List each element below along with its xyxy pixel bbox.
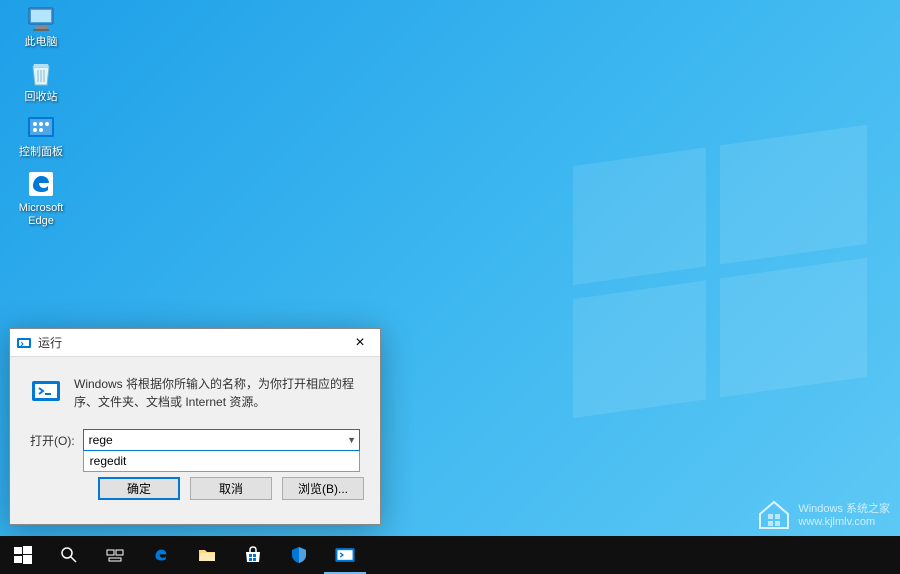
- taskbar-security[interactable]: [276, 536, 322, 574]
- bin-icon: [25, 57, 57, 89]
- watermark-text-1: Windows 系统之家: [798, 500, 890, 516]
- desktop-icon-label: 回收站: [25, 91, 58, 104]
- desktop-icon-this-pc[interactable]: 此电脑: [12, 0, 70, 51]
- task-view-button[interactable]: [92, 536, 138, 574]
- search-icon: [60, 546, 78, 564]
- chevron-down-icon[interactable]: ▼: [347, 435, 356, 445]
- autocomplete-dropdown: regedit: [83, 451, 360, 472]
- autocomplete-item[interactable]: regedit: [84, 451, 359, 471]
- pc-icon: [25, 2, 57, 34]
- open-label: 打开(O):: [30, 432, 75, 449]
- watermark-house-icon: [756, 496, 792, 532]
- desktop-icon-label: 此电脑: [25, 36, 58, 49]
- dialog-body: Windows 将根据你所输入的名称，为你打开相应的程序、文件夹、文档或 Int…: [10, 357, 380, 421]
- windows-icon: [14, 546, 32, 564]
- watermark-text-2: www.kjlmlv.com: [798, 516, 890, 528]
- start-button[interactable]: [0, 536, 46, 574]
- run-icon: [334, 544, 356, 566]
- desktop-icon-edge[interactable]: Microsoft Edge: [12, 166, 70, 230]
- edge-icon: [25, 168, 57, 200]
- dialog-titlebar[interactable]: 运行 ×: [10, 329, 380, 357]
- desktop-icon-control-panel[interactable]: 控制面板: [12, 110, 70, 161]
- desktop-icon-recycle-bin[interactable]: 回收站: [12, 55, 70, 106]
- desktop-icon-label: 控制面板: [19, 146, 63, 159]
- run-icon: [30, 375, 62, 407]
- dialog-title: 运行: [38, 334, 340, 351]
- control-panel-icon: [25, 112, 57, 144]
- dialog-input-row: 打开(O): ▼ regedit: [10, 421, 380, 459]
- ok-button[interactable]: 确定: [98, 477, 180, 500]
- wallpaper-windows-logo: [520, 100, 900, 450]
- desktop-icon-label: Microsoft Edge: [14, 202, 68, 228]
- edge-icon: [150, 544, 172, 566]
- run-input[interactable]: [83, 429, 360, 451]
- task-view-icon: [106, 546, 124, 564]
- dialog-description: Windows 将根据你所输入的名称，为你打开相应的程序、文件夹、文档或 Int…: [74, 375, 360, 411]
- taskbar-store[interactable]: [230, 536, 276, 574]
- run-dialog: 运行 × Windows 将根据你所输入的名称，为你打开相应的程序、文件夹、文档…: [9, 328, 381, 525]
- run-dialog-icon: [16, 335, 32, 351]
- cancel-button[interactable]: 取消: [190, 477, 272, 500]
- taskbar: [0, 536, 900, 574]
- store-icon: [243, 545, 263, 565]
- taskbar-edge[interactable]: [138, 536, 184, 574]
- browse-button[interactable]: 浏览(B)...: [282, 477, 364, 500]
- watermark: Windows 系统之家 www.kjlmlv.com: [756, 496, 890, 532]
- taskbar-run[interactable]: [322, 536, 368, 574]
- search-button[interactable]: [46, 536, 92, 574]
- close-button[interactable]: ×: [340, 329, 380, 357]
- desktop-icons-area: 此电脑 回收站 控制面板 Microsoft Edge: [12, 0, 70, 230]
- folder-icon: [197, 545, 217, 565]
- taskbar-explorer[interactable]: [184, 536, 230, 574]
- shield-icon: [289, 545, 309, 565]
